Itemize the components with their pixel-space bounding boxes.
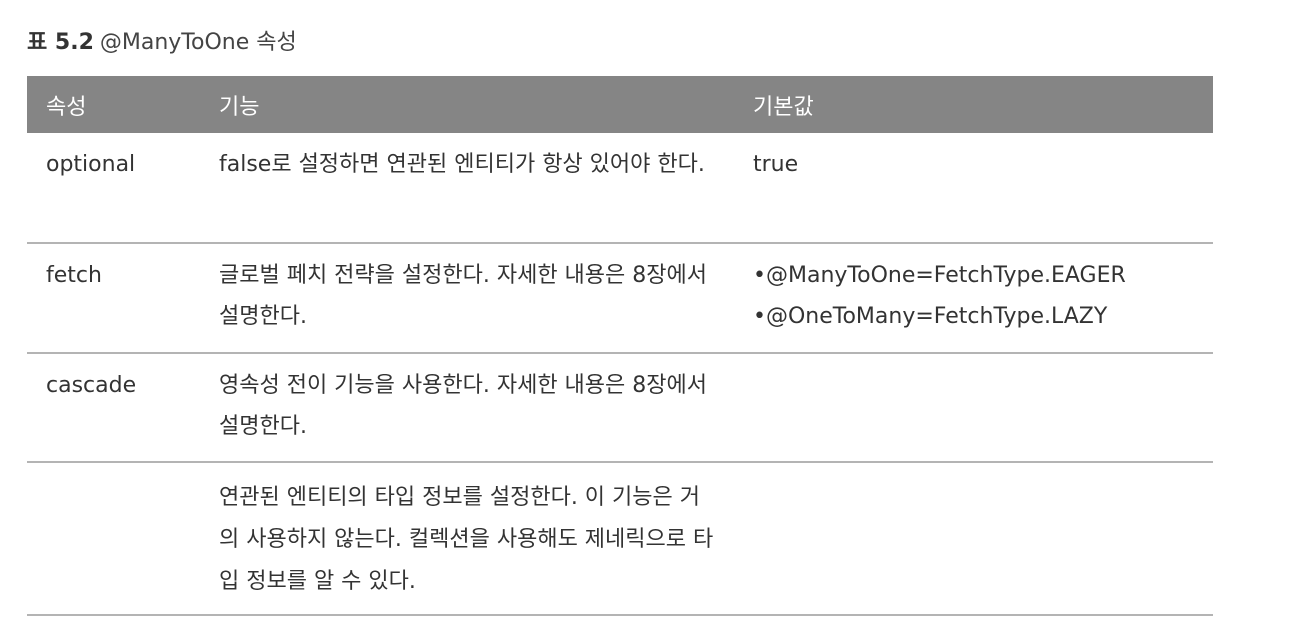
default-value: •@ManyToOne=FetchType.EAGER bbox=[753, 263, 1126, 288]
header-description: 기능 bbox=[200, 76, 730, 133]
attribute-cell: fetch bbox=[27, 243, 200, 354]
attribute-cell bbox=[27, 462, 200, 616]
description-cell: false로 설정하면 연관된 엔티티가 항상 있어야 한다. bbox=[200, 133, 730, 244]
description-cell: 연관된 엔티티의 타입 정보를 설정한다. 이 기능은 거의 사용하지 않는다.… bbox=[200, 462, 730, 616]
default-cell bbox=[730, 353, 1213, 463]
default-cell: •@ManyToOne=FetchType.EAGER •@OneToMany=… bbox=[730, 243, 1213, 354]
default-cell bbox=[730, 462, 1213, 616]
description-cell: 영속성 전이 기능을 사용한다. 자세한 내용은 8장에서 설명한다. bbox=[200, 353, 730, 463]
default-value: •@OneToMany=FetchType.LAZY bbox=[753, 304, 1108, 329]
table-number: 표 5.2 bbox=[27, 30, 94, 55]
table-row: optional false로 설정하면 연관된 엔티티가 항상 있어야 한다.… bbox=[27, 133, 1213, 244]
header-default: 기본값 bbox=[730, 76, 1213, 133]
header-attribute: 속성 bbox=[27, 76, 200, 133]
attributes-table: 속성 기능 기본값 optional false로 설정하면 연관된 엔티티가 … bbox=[27, 76, 1213, 616]
table-row: 연관된 엔티티의 타입 정보를 설정한다. 이 기능은 거의 사용하지 않는다.… bbox=[27, 462, 1213, 616]
table-row: fetch 글로벌 페치 전략을 설정한다. 자세한 내용은 8장에서 설명한다… bbox=[27, 243, 1213, 354]
table-header-row: 속성 기능 기본값 bbox=[27, 76, 1213, 133]
table-title: @ManyToOne 속성 bbox=[99, 30, 297, 55]
attribute-cell: cascade bbox=[27, 353, 200, 463]
default-cell: true bbox=[730, 133, 1213, 244]
description-cell: 글로벌 페치 전략을 설정한다. 자세한 내용은 8장에서 설명한다. bbox=[200, 243, 730, 354]
default-value: true bbox=[753, 152, 799, 177]
attribute-cell: optional bbox=[27, 133, 200, 244]
table-caption: 표 5.2 @ManyToOne 속성 bbox=[27, 27, 297, 59]
table-row: cascade 영속성 전이 기능을 사용한다. 자세한 내용은 8장에서 설명… bbox=[27, 353, 1213, 463]
